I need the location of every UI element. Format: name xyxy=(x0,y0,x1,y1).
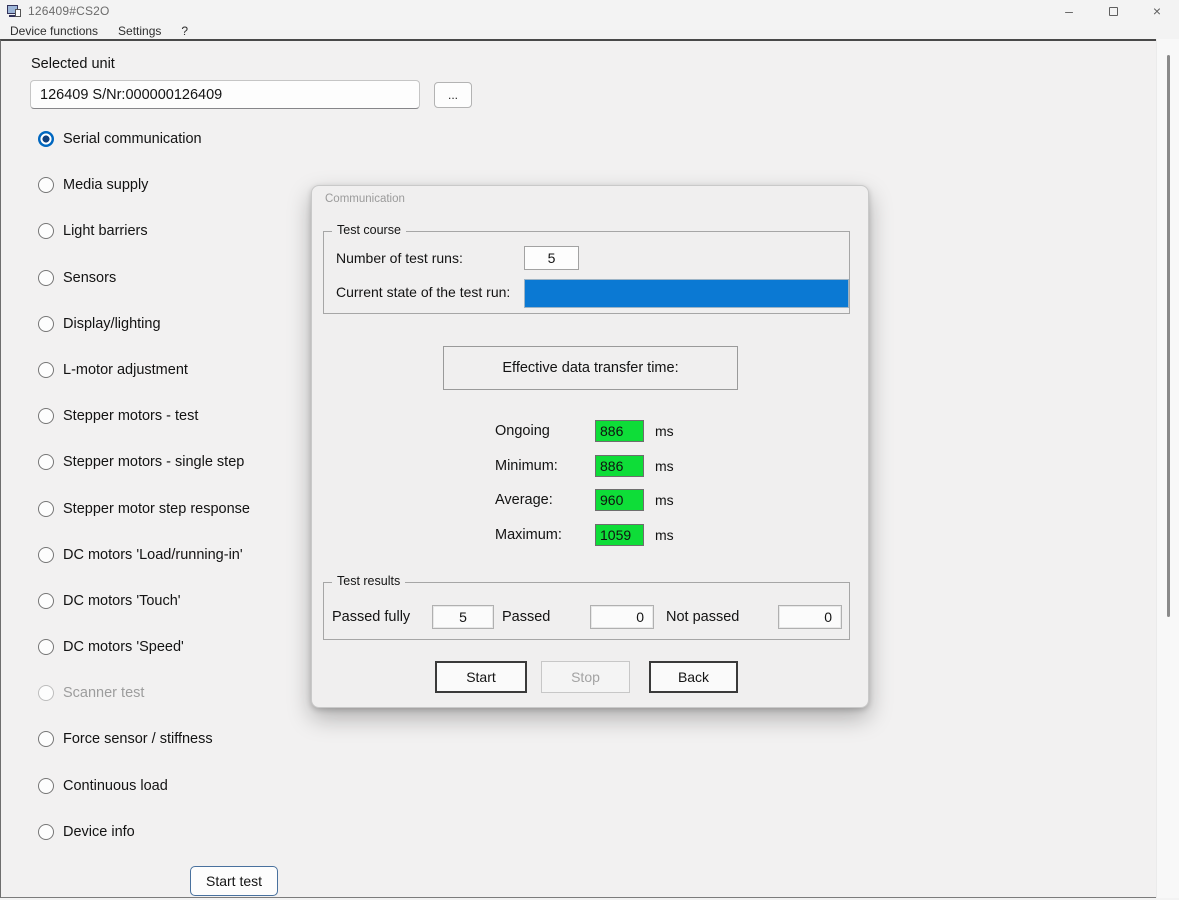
test-results-group: Test results Passed fully 5 Passed 0 Not… xyxy=(323,582,850,640)
result-item: Not passed 0 xyxy=(666,605,842,629)
radio-icon xyxy=(38,685,54,701)
test-radio-item[interactable]: L-motor adjustment xyxy=(38,359,250,381)
radio-icon xyxy=(38,639,54,655)
radio-icon xyxy=(38,270,54,286)
transfer-time-row: Average: 960 ms xyxy=(495,489,674,511)
menu-bar: Device functions Settings ? xyxy=(0,22,1179,39)
restore-icon xyxy=(1109,7,1118,16)
close-button[interactable]: × xyxy=(1135,0,1179,22)
result-value-field[interactable]: 5 xyxy=(432,605,494,629)
test-selection-list: Serial communication Media supply Light … xyxy=(38,128,250,867)
result-value-field[interactable]: 0 xyxy=(778,605,842,629)
dialog-button[interactable]: Start xyxy=(435,661,527,693)
radio-icon xyxy=(38,131,54,147)
test-radio-item[interactable]: Serial communication xyxy=(38,128,250,150)
test-course-group: Test course Number of test runs: 5 Curre… xyxy=(323,231,850,314)
test-radio-item[interactable]: DC motors 'Touch' xyxy=(38,590,250,612)
vertical-scrollbar[interactable] xyxy=(1156,39,1179,898)
start-test-button[interactable]: Start test xyxy=(190,866,278,896)
state-label: Current state of the test run: xyxy=(336,284,510,300)
transfer-value-box: 886 xyxy=(595,455,644,477)
browse-button[interactable]: ... xyxy=(434,82,472,108)
test-results-legend: Test results xyxy=(332,574,405,588)
test-course-legend: Test course xyxy=(332,223,406,237)
transfer-time-row: Ongoing 886 ms xyxy=(495,420,674,442)
radio-icon xyxy=(38,731,54,747)
title-bar: 126409#CS2O – × xyxy=(0,0,1179,22)
radio-icon xyxy=(38,362,54,378)
test-radio-item[interactable]: Stepper motor step response xyxy=(38,498,250,520)
menu-item[interactable]: Settings xyxy=(108,22,171,39)
minimize-button[interactable]: – xyxy=(1047,0,1091,22)
test-radio-item[interactable]: DC motors 'Speed' xyxy=(38,636,250,658)
test-radio-item[interactable]: Media supply xyxy=(38,174,250,196)
test-radio-item[interactable]: Stepper motors - single step xyxy=(38,451,250,473)
progressbar-fill xyxy=(525,280,848,307)
radio-icon xyxy=(38,316,54,332)
menu-item[interactable]: Device functions xyxy=(0,22,108,39)
result-item: Passed fully 5 xyxy=(332,605,494,629)
test-radio-item[interactable]: Stepper motors - test xyxy=(38,405,250,427)
transfer-time-rows: Ongoing 886 ms Minimum: 886 ms Average: … xyxy=(495,420,674,558)
app-window: 126409#CS2O – × Device functions Setting… xyxy=(0,0,1179,900)
transfer-time-row: Maximum: 1059 ms xyxy=(495,524,674,546)
window-title: 126409#CS2O xyxy=(28,4,110,18)
transfer-value-box: 1059 xyxy=(595,524,644,546)
dialog-button[interactable]: Back xyxy=(649,661,738,693)
test-radio-item[interactable]: Device info xyxy=(38,821,250,843)
test-radio-item[interactable]: DC motors 'Load/running-in' xyxy=(38,544,250,566)
dialog-title: Communication xyxy=(325,193,405,205)
test-radio-item[interactable]: Continuous load xyxy=(38,775,250,797)
selected-unit-field[interactable]: 126409 S/Nr:000000126409 xyxy=(30,80,420,109)
radio-icon xyxy=(38,223,54,239)
transfer-time-header: Effective data transfer time: xyxy=(443,346,738,390)
transfer-value-box: 960 xyxy=(595,489,644,511)
radio-icon xyxy=(38,454,54,470)
test-run-progressbar xyxy=(524,279,849,308)
test-radio-item[interactable]: Sensors xyxy=(38,267,250,289)
restore-button[interactable] xyxy=(1091,0,1135,22)
test-radio-item[interactable]: Scanner test xyxy=(38,682,250,704)
window-controls: – × xyxy=(1047,0,1179,22)
radio-icon xyxy=(38,408,54,424)
radio-icon xyxy=(38,824,54,840)
scrollbar-thumb[interactable] xyxy=(1167,55,1170,617)
runs-label: Number of test runs: xyxy=(336,250,463,266)
radio-icon xyxy=(38,177,54,193)
transfer-time-row: Minimum: 886 ms xyxy=(495,455,674,477)
test-radio-item[interactable]: Force sensor / stiffness xyxy=(38,728,250,750)
app-icon xyxy=(7,5,22,19)
unit-label: ms xyxy=(655,527,674,543)
unit-label: ms xyxy=(655,423,674,439)
unit-label: ms xyxy=(655,492,674,508)
transfer-value-box: 886 xyxy=(595,420,644,442)
close-icon: × xyxy=(1153,3,1161,19)
radio-icon xyxy=(38,778,54,794)
communication-dialog: Communication Test course Number of test… xyxy=(311,185,869,708)
unit-label: ms xyxy=(655,458,674,474)
test-radio-item[interactable]: Light barriers xyxy=(38,220,250,242)
menu-item[interactable]: ? xyxy=(171,22,198,39)
radio-icon xyxy=(38,501,54,517)
selected-unit-label: Selected unit xyxy=(31,56,115,72)
test-radio-item[interactable]: Display/lighting xyxy=(38,313,250,335)
radio-icon xyxy=(38,593,54,609)
radio-icon xyxy=(38,547,54,563)
result-item: Passed 0 xyxy=(502,605,654,629)
dialog-button[interactable]: Stop xyxy=(541,661,630,693)
minimize-icon: – xyxy=(1065,3,1073,19)
result-value-field[interactable]: 0 xyxy=(590,605,654,629)
runs-field[interactable]: 5 xyxy=(524,246,579,270)
